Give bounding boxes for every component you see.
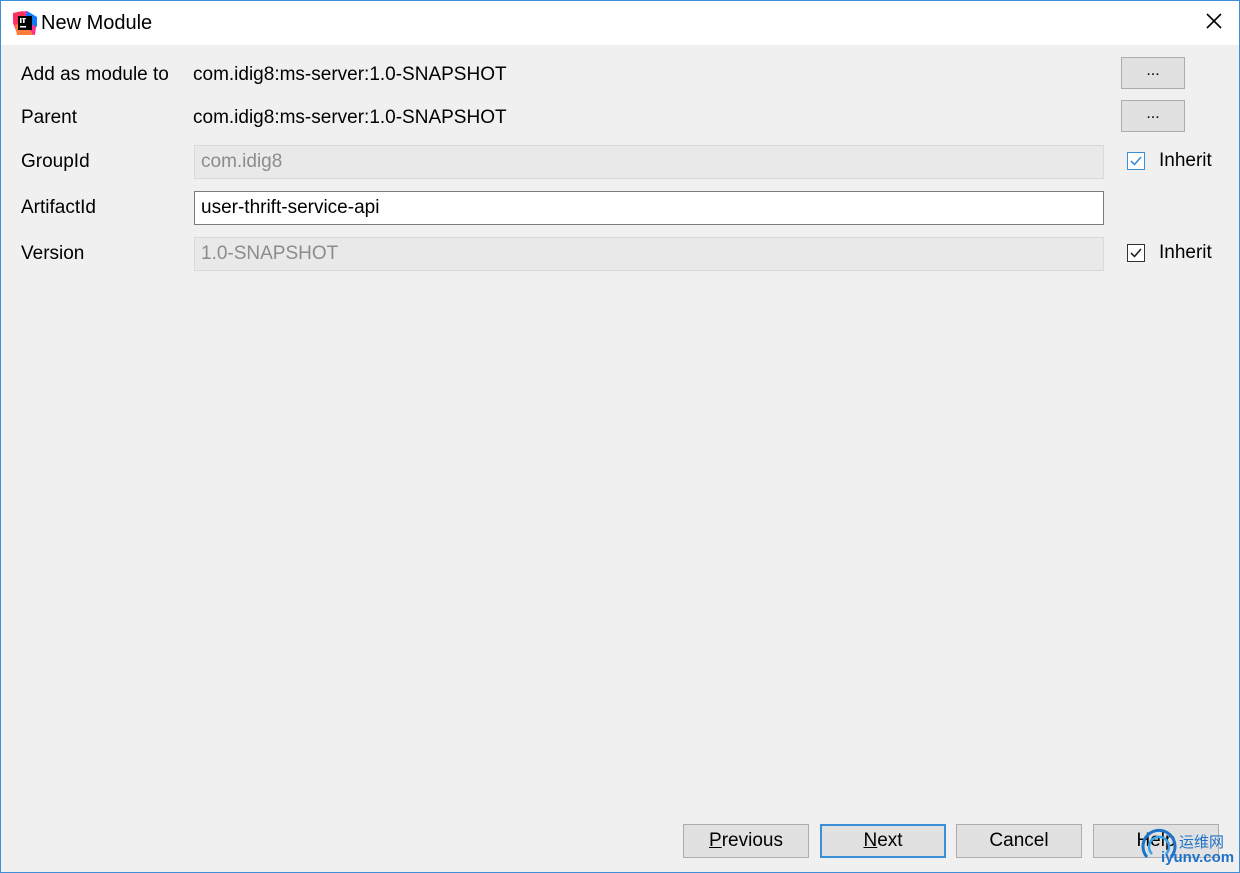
version-field[interactable]: 1.0-SNAPSHOT bbox=[194, 237, 1104, 271]
version-label: Version bbox=[21, 243, 85, 264]
close-button[interactable] bbox=[1189, 1, 1239, 45]
cancel-button[interactable]: Cancel bbox=[956, 824, 1082, 858]
previous-button[interactable]: Previous bbox=[683, 824, 809, 858]
group-id-label: GroupId bbox=[21, 151, 90, 172]
parent-label: Parent bbox=[21, 107, 77, 128]
parent-browse-button[interactable]: ... bbox=[1121, 100, 1185, 132]
artifact-id-field[interactable]: user-thrift-service-api bbox=[194, 191, 1104, 225]
watermark: 运维网 iyunv.com bbox=[1135, 827, 1239, 871]
title-bar: New Module bbox=[1, 1, 1239, 45]
watermark-domain-text: iyunv.com bbox=[1161, 849, 1235, 866]
intellij-idea-icon bbox=[13, 11, 37, 35]
artifact-id-label: ArtifactId bbox=[21, 197, 96, 218]
close-icon bbox=[1205, 12, 1223, 35]
version-inherit-label: Inherit bbox=[1159, 242, 1212, 263]
parent-value: com.idig8:ms-server:1.0-SNAPSHOT bbox=[193, 107, 507, 128]
group-id-field[interactable]: com.idig8 bbox=[194, 145, 1104, 179]
add-as-module-value: com.idig8:ms-server:1.0-SNAPSHOT bbox=[193, 64, 507, 85]
group-id-inherit-checkbox[interactable]: Inherit bbox=[1127, 149, 1212, 173]
previous-label: revious bbox=[721, 830, 783, 851]
checkbox-checked-icon bbox=[1127, 244, 1145, 262]
window-title: New Module bbox=[41, 12, 153, 34]
previous-mnemonic: P bbox=[709, 830, 722, 851]
add-as-module-browse-button[interactable]: ... bbox=[1121, 57, 1185, 89]
next-button[interactable]: Next bbox=[820, 824, 946, 858]
add-as-module-label: Add as module to bbox=[21, 64, 169, 85]
next-label: ext bbox=[877, 830, 903, 851]
next-mnemonic: N bbox=[863, 830, 878, 851]
checkbox-checked-icon bbox=[1127, 152, 1145, 170]
group-id-inherit-label: Inherit bbox=[1159, 150, 1212, 171]
version-inherit-checkbox[interactable]: Inherit bbox=[1127, 241, 1212, 265]
new-module-dialog: New Module Add as module to com.idig8:ms… bbox=[0, 0, 1240, 873]
